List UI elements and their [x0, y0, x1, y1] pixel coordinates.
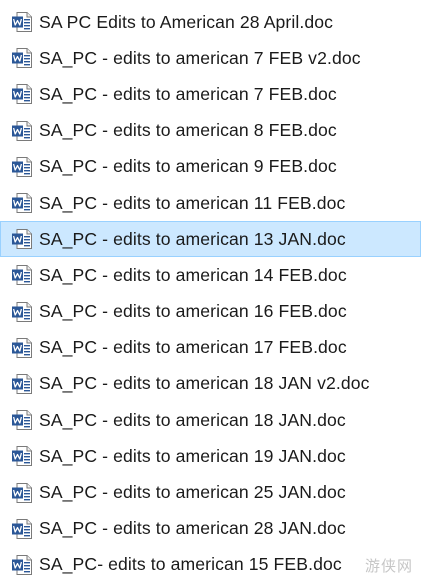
file-name: SA_PC - edits to american 14 FEB.doc: [39, 264, 347, 285]
word-doc-icon: [11, 83, 33, 105]
file-row[interactable]: SA_PC - edits to american 28 JAN.doc: [0, 511, 421, 547]
file-name: SA PC Edits to American 28 April.doc: [39, 11, 334, 32]
file-name: SA_PC - edits to american 13 JAN.doc: [39, 228, 346, 249]
file-name: SA_PC - edits to american 11 FEB.doc: [39, 192, 346, 213]
file-row[interactable]: SA_PC - edits to american 9 FEB.doc: [0, 149, 421, 185]
word-doc-icon: [11, 192, 33, 214]
file-name: SA_PC - edits to american 16 FEB.doc: [39, 301, 347, 322]
file-name: SA_PC - edits to american 25 JAN.doc: [39, 482, 346, 503]
word-doc-icon: [11, 47, 33, 69]
file-row[interactable]: SA_PC - edits to american 7 FEB.doc: [0, 76, 421, 112]
word-doc-icon: [11, 409, 33, 431]
file-name: SA_PC - edits to american 8 FEB.doc: [39, 120, 337, 141]
word-doc-icon: [11, 264, 33, 286]
word-doc-icon: [11, 445, 33, 467]
word-doc-icon: [11, 11, 33, 33]
file-row[interactable]: SA_PC - edits to american 14 FEB.doc: [0, 257, 421, 293]
word-doc-icon: [11, 554, 33, 576]
word-doc-icon: [11, 120, 33, 142]
word-doc-icon: [11, 518, 33, 540]
watermark-logo: 游侠网: [364, 557, 413, 575]
file-row[interactable]: SA_PC- edits to american 15 FEB.doc: [0, 547, 421, 583]
word-doc-icon: [11, 482, 33, 504]
word-doc-icon: [11, 156, 33, 178]
file-name: SA_PC - edits to american 19 JAN.doc: [39, 445, 346, 466]
file-row[interactable]: SA_PC - edits to american 19 JAN.doc: [0, 438, 421, 474]
file-row[interactable]: SA PC Edits to American 28 April.doc: [0, 4, 421, 40]
file-name: SA_PC - edits to american 18 JAN v2.doc: [39, 373, 370, 394]
word-doc-icon: [11, 337, 33, 359]
file-name: SA_PC - edits to american 18 JAN.doc: [39, 409, 346, 430]
file-row[interactable]: SA_PC - edits to american 16 FEB.doc: [0, 294, 421, 330]
file-row[interactable]: SA_PC - edits to american 18 JAN v2.doc: [0, 366, 421, 402]
file-row[interactable]: SA_PC - edits to american 17 FEB.doc: [0, 330, 421, 366]
file-name: SA_PC - edits to american 7 FEB.doc: [39, 83, 337, 104]
file-name: SA_PC - edits to american 28 JAN.doc: [39, 518, 346, 539]
word-doc-icon: [11, 228, 33, 250]
word-doc-icon: [11, 301, 33, 323]
file-row[interactable]: SA_PC - edits to american 11 FEB.doc: [0, 185, 421, 221]
word-doc-icon: [11, 373, 33, 395]
file-name: SA_PC- edits to american 15 FEB.doc: [39, 554, 342, 575]
file-row[interactable]: SA_PC - edits to american 7 FEB v2.doc: [0, 40, 421, 76]
file-name: SA_PC - edits to american 9 FEB.doc: [39, 156, 337, 177]
file-row[interactable]: SA_PC - edits to american 8 FEB.doc: [0, 113, 421, 149]
file-row[interactable]: SA_PC - edits to american 25 JAN.doc: [0, 474, 421, 510]
file-row[interactable]: SA_PC - edits to american 13 JAN.doc: [0, 221, 421, 258]
file-list: SA PC Edits to American 28 April.doc SA_P…: [0, 4, 421, 583]
file-name: SA_PC - edits to american 17 FEB.doc: [39, 337, 347, 358]
file-name: SA_PC - edits to american 7 FEB v2.doc: [39, 47, 361, 68]
file-row[interactable]: SA_PC - edits to american 18 JAN.doc: [0, 402, 421, 438]
